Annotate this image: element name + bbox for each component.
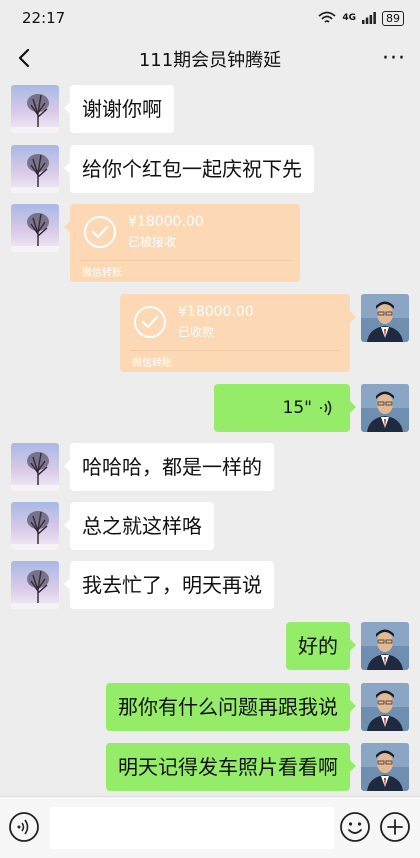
signal-icon bbox=[362, 12, 376, 24]
message-bubble[interactable]: 给你个红包一起庆祝下先 bbox=[64, 145, 314, 193]
contact-avatar[interactable] bbox=[11, 502, 59, 550]
transfer-amount: ¥18000.00 bbox=[178, 304, 254, 320]
voice-wave-icon bbox=[320, 400, 332, 416]
status-bar: 22:17 4G 89 bbox=[0, 0, 420, 36]
transfer-label: 微信转账 bbox=[82, 268, 122, 279]
wifi-icon bbox=[318, 11, 336, 23]
transfer-amount: ¥18000.00 bbox=[128, 214, 204, 230]
check-circle-icon bbox=[84, 216, 116, 248]
voice-input-icon[interactable] bbox=[8, 811, 40, 843]
back-arrow-icon[interactable] bbox=[12, 44, 40, 72]
transfer-status: 已被接收 bbox=[128, 235, 177, 249]
divider bbox=[80, 260, 290, 261]
network-label: 4G bbox=[342, 13, 356, 23]
message-bubble[interactable]: 明天记得发车照片看看啊 bbox=[106, 743, 356, 791]
input-bar bbox=[0, 796, 420, 858]
more-options-button[interactable]: ··· bbox=[382, 46, 406, 71]
voice-message[interactable]: 15" bbox=[214, 384, 356, 432]
chat-title: 111期会员钟腾延 bbox=[138, 50, 282, 71]
transfer-status: 已收款 bbox=[178, 325, 215, 339]
divider bbox=[130, 350, 340, 351]
contact-avatar[interactable] bbox=[11, 85, 59, 133]
contact-avatar[interactable] bbox=[11, 204, 59, 252]
my-avatar[interactable] bbox=[361, 683, 409, 731]
message-bubble[interactable]: 哈哈哈，都是一样的 bbox=[64, 443, 274, 491]
plus-icon[interactable] bbox=[379, 811, 411, 843]
chat-header: 111期会员钟腾延 ··· bbox=[0, 36, 420, 82]
transfer-card[interactable]: ¥18000.00 已收款 微信转账 bbox=[120, 294, 356, 372]
contact-avatar[interactable] bbox=[11, 145, 59, 193]
message-bubble[interactable]: 谢谢你啊 bbox=[64, 85, 174, 133]
status-time: 22:17 bbox=[22, 9, 66, 27]
chat-message-list[interactable]: 谢谢你啊 给你个红包一起庆祝下先 ¥18000.00 已被接收 微信转账 ¥18… bbox=[0, 82, 420, 796]
contact-avatar[interactable] bbox=[11, 443, 59, 491]
battery-indicator: 89 bbox=[382, 10, 404, 26]
my-avatar[interactable] bbox=[361, 622, 409, 670]
message-bubble[interactable]: 好的 bbox=[286, 622, 356, 670]
my-avatar[interactable] bbox=[361, 743, 409, 791]
transfer-label: 微信转账 bbox=[132, 358, 172, 369]
message-bubble[interactable]: 我去忙了，明天再说 bbox=[64, 561, 274, 609]
check-circle-icon bbox=[134, 306, 166, 338]
status-icons: 4G 89 bbox=[318, 10, 404, 26]
message-bubble[interactable]: 总之就这样咯 bbox=[64, 502, 214, 550]
message-bubble[interactable]: 那你有什么问题再跟我说 bbox=[106, 683, 356, 731]
my-avatar[interactable] bbox=[361, 294, 409, 342]
transfer-card[interactable]: ¥18000.00 已被接收 微信转账 bbox=[64, 204, 300, 282]
emoji-icon[interactable] bbox=[339, 811, 371, 843]
message-input[interactable] bbox=[50, 807, 334, 849]
voice-duration: 15" bbox=[282, 398, 312, 418]
my-avatar[interactable] bbox=[361, 384, 409, 432]
contact-avatar[interactable] bbox=[11, 561, 59, 609]
